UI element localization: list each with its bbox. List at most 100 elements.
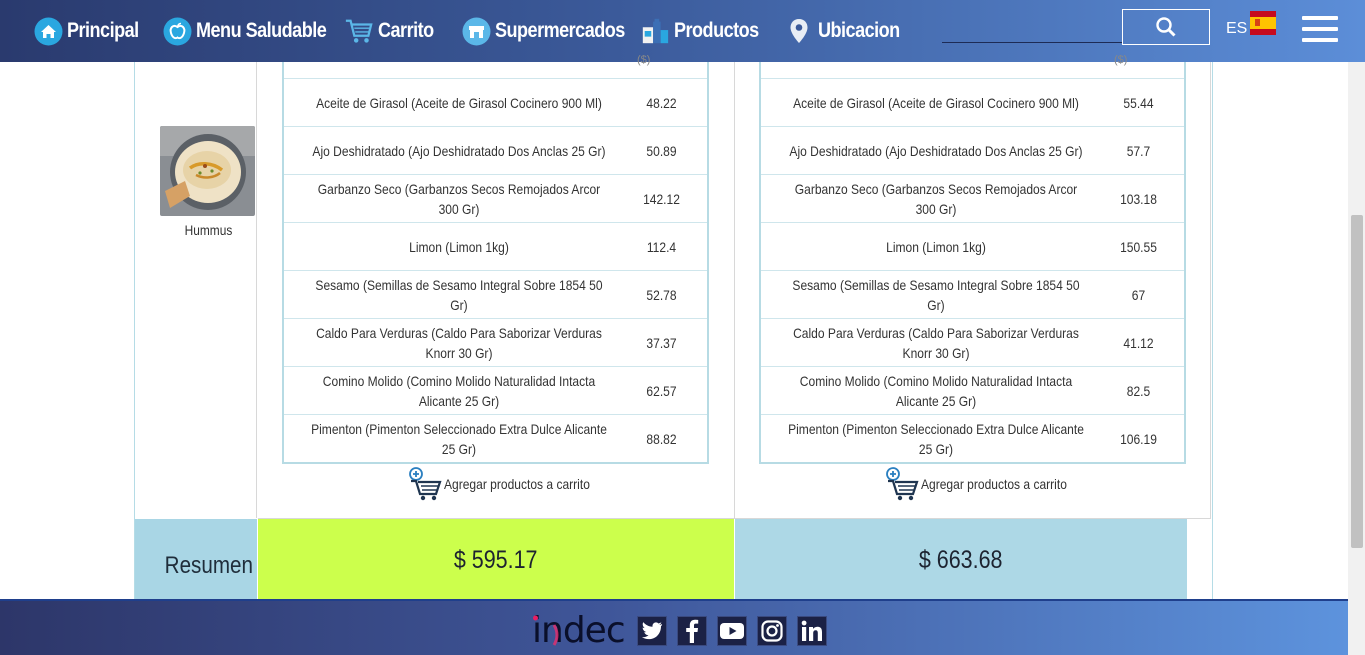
footer [0, 599, 1348, 655]
products-icon [640, 16, 670, 46]
product-name: Comino Molido (Comino Molido Naturalidad… [799, 372, 1073, 409]
instagram-icon[interactable] [757, 616, 787, 646]
language-selector[interactable]: ES [1226, 20, 1247, 38]
total-store-2: $ 663.68 [735, 519, 1187, 601]
product-price: 82.5 [1126, 382, 1151, 399]
product-name: Sesamo (Semillas de Sesamo Integral Sobr… [315, 276, 603, 313]
table-row: Caldo Para Verduras (Caldo Para Saboriza… [284, 318, 707, 366]
product-name: Pimenton (Pimenton Seleccionado Extra Du… [788, 420, 1084, 457]
product-name: Limon (Limon 1kg) [409, 238, 509, 255]
table-header-partial: ($) [637, 54, 651, 66]
product-table-2: ($) Aceite de Girasol (Aceite de Girasol… [759, 54, 1186, 464]
recipe-name: Hummus [184, 222, 233, 238]
logo-text: indec [532, 610, 625, 651]
store-icon [461, 16, 491, 46]
table-row: Pimenton (Pimenton Seleccionado Extra Du… [284, 414, 707, 462]
search-icon [1156, 17, 1176, 37]
nav-label: Menu Saludable [196, 19, 327, 42]
product-name: Aceite de Girasol (Aceite de Girasol Coc… [316, 94, 602, 111]
table-header-partial: ($) [1114, 54, 1128, 66]
add-to-cart-label: Agregar productos a carrito [921, 476, 1067, 492]
apple-icon [162, 16, 192, 46]
nav-label: Ubicacion [818, 19, 900, 42]
product-name: Ajo Deshidratado (Ajo Deshidratado Dos A… [789, 142, 1083, 159]
product-price: 57.7 [1126, 142, 1151, 159]
product-name: Aceite de Girasol (Aceite de Girasol Coc… [793, 94, 1079, 111]
product-name: Ajo Deshidratado (Ajo Deshidratado Dos A… [312, 142, 606, 159]
total-store-1: $ 595.17 [258, 519, 734, 601]
product-price: 103.18 [1120, 190, 1157, 207]
add-to-cart-button-2[interactable]: Agregar productos a carrito [885, 467, 1091, 501]
table-row: Limon (Limon 1kg) 150.55 [761, 222, 1184, 270]
hamburger-menu-icon[interactable] [1302, 16, 1338, 46]
summary-label: Resumen [164, 552, 253, 579]
table-row: Aceite de Girasol (Aceite de Girasol Coc… [284, 78, 707, 126]
table-row: Garbanzo Seco (Garbanzos Secos Remojados… [761, 174, 1184, 222]
table-row: Sesamo (Semillas de Sesamo Integral Sobr… [284, 270, 707, 318]
product-name: Caldo Para Verduras (Caldo Para Saboriza… [793, 324, 1079, 361]
nav-item-carrito[interactable]: Carrito [344, 14, 443, 48]
product-price: 52.78 [646, 286, 677, 303]
product-price: 41.12 [1123, 334, 1154, 351]
table-row: Comino Molido (Comino Molido Naturalidad… [761, 366, 1184, 414]
nav-item-productos[interactable]: Productos [640, 14, 772, 48]
product-name: Caldo Para Verduras (Caldo Para Saboriza… [316, 324, 602, 361]
facebook-icon[interactable] [677, 616, 707, 646]
product-table-1: ($) Aceite de Girasol (Aceite de Girasol… [282, 54, 709, 464]
product-name: Pimenton (Pimenton Seleccionado Extra Du… [311, 420, 607, 457]
search-button[interactable] [1122, 9, 1210, 45]
product-name: Garbanzo Seco (Garbanzos Secos Remojados… [317, 180, 601, 217]
product-price: 106.19 [1120, 430, 1157, 447]
nav-item-ubicacion[interactable]: Ubicacion [784, 14, 913, 48]
table-row: Sesamo (Semillas de Sesamo Integral Sobr… [761, 270, 1184, 318]
product-price: 112.4 [646, 238, 677, 255]
table-row: Pimenton (Pimenton Seleccionado Extra Du… [761, 414, 1184, 462]
product-name: Sesamo (Semillas de Sesamo Integral Sobr… [792, 276, 1080, 313]
table-row: Ajo Deshidratado (Ajo Deshidratado Dos A… [761, 126, 1184, 174]
total-value: $ 595.17 [454, 545, 538, 574]
product-price: 62.57 [646, 382, 677, 399]
search-input[interactable] [942, 42, 1122, 43]
table-row: Caldo Para Verduras (Caldo Para Saboriza… [761, 318, 1184, 366]
product-price: 142.12 [643, 190, 680, 207]
table-row: Aceite de Girasol (Aceite de Girasol Coc… [761, 78, 1184, 126]
top-navbar: Principal Menu Saludable Carrito Superme… [0, 0, 1365, 62]
hummus-photo [160, 126, 255, 216]
product-name: Comino Molido (Comino Molido Naturalidad… [322, 372, 596, 409]
spain-flag-icon[interactable] [1250, 11, 1276, 35]
nav-item-supermercados[interactable]: Supermercados [461, 14, 646, 48]
table-row: Garbanzo Seco (Garbanzos Secos Remojados… [284, 174, 707, 222]
product-price: 50.89 [646, 142, 677, 159]
add-cart-icon [886, 467, 919, 501]
nav-label: Productos [674, 19, 759, 42]
product-price: 88.82 [646, 430, 677, 447]
location-icon [784, 16, 814, 46]
product-price: 67 [1131, 286, 1146, 303]
table-row: Comino Molido (Comino Molido Naturalidad… [284, 366, 707, 414]
nav-item-menu-saludable[interactable]: Menu Saludable [162, 14, 347, 48]
product-price: 55.44 [1123, 94, 1154, 111]
twitter-icon[interactable] [637, 616, 667, 646]
product-price: 150.55 [1120, 238, 1157, 255]
nav-label: Carrito [378, 19, 434, 42]
nav-label: Supermercados [495, 19, 625, 42]
product-price: 37.37 [646, 334, 677, 351]
product-price: 48.22 [646, 94, 677, 111]
linkedin-icon[interactable] [797, 616, 827, 646]
product-name: Limon (Limon 1kg) [886, 238, 986, 255]
add-to-cart-label: Agregar productos a carrito [444, 476, 590, 492]
product-name: Garbanzo Seco (Garbanzos Secos Remojados… [794, 180, 1078, 217]
footer-divider [0, 599, 1348, 601]
youtube-icon[interactable] [717, 616, 747, 646]
table-row: Ajo Deshidratado (Ajo Deshidratado Dos A… [284, 126, 707, 174]
indec-logo[interactable]: indec [532, 609, 632, 651]
add-to-cart-button-1[interactable]: Agregar productos a carrito [408, 467, 614, 501]
home-icon [33, 16, 63, 46]
cart-icon [344, 16, 374, 46]
total-value: $ 663.68 [919, 545, 1003, 574]
nav-item-principal[interactable]: Principal [33, 14, 150, 48]
nav-label: Principal [67, 19, 139, 42]
add-cart-icon [409, 467, 442, 501]
scrollbar-thumb[interactable] [1351, 215, 1363, 548]
table-row: Limon (Limon 1kg) 112.4 [284, 222, 707, 270]
